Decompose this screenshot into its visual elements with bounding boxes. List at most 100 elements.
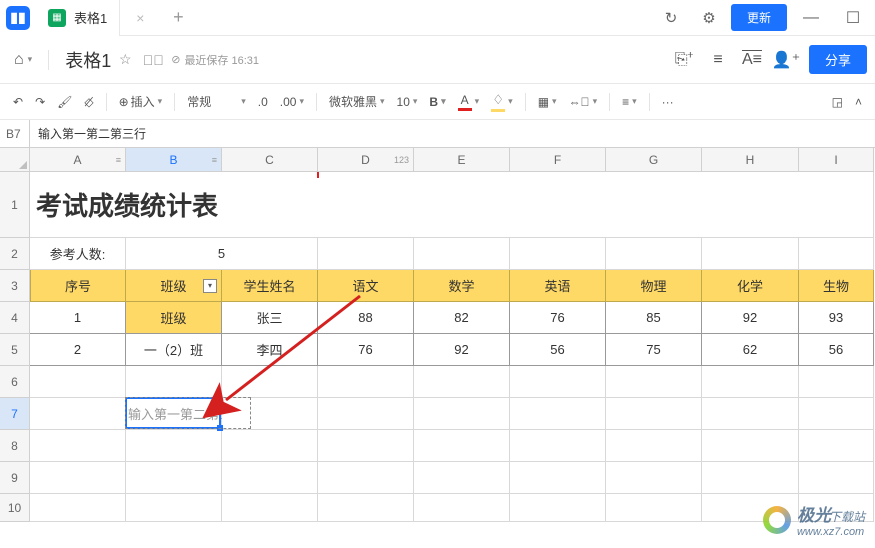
cell[interactable] [510, 366, 606, 398]
cell[interactable] [799, 238, 874, 270]
row-header-4[interactable]: 4 [0, 302, 30, 334]
col-header-C[interactable]: C [222, 148, 318, 172]
cell[interactable] [318, 366, 414, 398]
cell[interactable]: 1 [30, 302, 126, 334]
col-header-B[interactable]: B≡ [126, 148, 222, 172]
cell[interactable] [126, 430, 222, 462]
star-icon[interactable]: ☆ [111, 46, 139, 74]
cell[interactable] [702, 238, 799, 270]
merge-cells-button[interactable]: ⇔⃞▾ [564, 92, 603, 112]
cell[interactable] [30, 430, 126, 462]
cell[interactable] [606, 494, 702, 522]
cell[interactable]: 语文 [318, 270, 414, 302]
col-header-E[interactable]: E [414, 148, 510, 172]
cell[interactable] [702, 366, 799, 398]
cell[interactable] [414, 238, 510, 270]
cell[interactable]: 生物 [799, 270, 874, 302]
cell[interactable] [222, 494, 318, 522]
cell[interactable]: 56 [510, 334, 606, 366]
cell[interactable]: 76 [318, 334, 414, 366]
cell[interactable] [222, 366, 318, 398]
cell[interactable]: 李四 [222, 334, 318, 366]
cell[interactable] [606, 398, 702, 430]
fill-color-button[interactable]: ♢▾ [486, 89, 518, 115]
cell[interactable]: 参考人数: [30, 238, 126, 270]
cell[interactable] [799, 462, 874, 494]
new-tab-button[interactable]: + [160, 0, 196, 36]
text-format-icon[interactable]: A≡ [735, 43, 769, 77]
maximize-button[interactable]: ☐ [835, 0, 871, 36]
row-header-5[interactable]: 5 [0, 334, 30, 366]
cell[interactable] [606, 430, 702, 462]
settings-icon[interactable]: ⚙ [693, 2, 725, 34]
cell[interactable] [510, 494, 606, 522]
align-button[interactable]: ≡▾ [617, 92, 642, 112]
active-cell-b7[interactable]: 输入第一第二第三行 [126, 398, 222, 430]
cell[interactable] [318, 398, 414, 430]
bold-button[interactable]: B▾ [424, 92, 450, 112]
cell[interactable] [510, 462, 606, 494]
folder-icon[interactable]: ⇢⃞ [139, 46, 167, 74]
cell[interactable]: 93 [799, 302, 874, 334]
cell[interactable] [510, 398, 606, 430]
number-format-dropdown[interactable]: 常规▾ [182, 90, 251, 113]
select-all-corner[interactable] [0, 148, 30, 172]
cell[interactable]: 班级▾ [126, 270, 222, 302]
cell[interactable]: 76 [510, 302, 606, 334]
cell[interactable] [318, 430, 414, 462]
row-header-2[interactable]: 2 [0, 238, 30, 270]
cell[interactable] [126, 494, 222, 522]
cell[interactable] [30, 462, 126, 494]
font-color-button[interactable]: A▾ [453, 90, 485, 114]
increase-decimal-button[interactable]: .00▾ [275, 92, 309, 112]
title-cell[interactable]: 考试成绩统计表 [30, 172, 874, 238]
cell[interactable]: 一（2）班 [126, 334, 222, 366]
cell[interactable] [222, 462, 318, 494]
cell[interactable]: 62 [702, 334, 799, 366]
cell[interactable] [702, 430, 799, 462]
cell[interactable] [799, 430, 874, 462]
cell[interactable]: 82 [414, 302, 510, 334]
cell[interactable] [414, 430, 510, 462]
cell[interactable]: 班级 [126, 302, 222, 334]
row-header-10[interactable]: 10 [0, 494, 30, 522]
redo-button[interactable]: ↷ [30, 92, 50, 112]
cell[interactable] [414, 462, 510, 494]
cell[interactable] [126, 366, 222, 398]
minimize-button[interactable]: — [793, 0, 829, 36]
cell[interactable]: 英语 [510, 270, 606, 302]
freeze-button[interactable]: ◲ [827, 92, 848, 112]
document-tab[interactable]: ▦ 表格1 [36, 0, 120, 36]
row-header-3[interactable]: 3 [0, 270, 30, 302]
clear-format-button[interactable]: ◇̸ [79, 92, 98, 112]
cell[interactable] [799, 366, 874, 398]
add-sheet-icon[interactable]: ⎘⁺ [667, 43, 701, 77]
app-icon[interactable]: ▮▮ [0, 0, 36, 36]
history-icon[interactable]: ↻ [655, 2, 687, 34]
share-button[interactable]: 分享 [809, 45, 867, 74]
cell[interactable]: 序号 [30, 270, 126, 302]
undo-button[interactable]: ↶ [8, 92, 28, 112]
expand-button[interactable]: ˄ [850, 92, 867, 112]
cell[interactable]: 92 [414, 334, 510, 366]
row-header-1[interactable]: 1 [0, 172, 30, 238]
cell[interactable] [318, 494, 414, 522]
col-header-G[interactable]: G [606, 148, 702, 172]
borders-button[interactable]: ▦▾ [533, 92, 562, 112]
cell[interactable]: 5 [126, 238, 318, 270]
cell[interactable] [318, 462, 414, 494]
col-header-A[interactable]: A≡ [30, 148, 126, 172]
update-button[interactable]: 更新 [731, 4, 787, 31]
cell[interactable]: 化学 [702, 270, 799, 302]
cell[interactable]: 88 [318, 302, 414, 334]
cell[interactable]: 85 [606, 302, 702, 334]
decrease-decimal-button[interactable]: .0 [253, 92, 273, 112]
cell[interactable]: 56 [799, 334, 874, 366]
row-header-6[interactable]: 6 [0, 366, 30, 398]
cell[interactable] [30, 494, 126, 522]
list-icon[interactable]: ≡ [701, 43, 735, 77]
cell[interactable] [510, 238, 606, 270]
cell[interactable] [702, 398, 799, 430]
col-header-F[interactable]: F [510, 148, 606, 172]
cell[interactable] [606, 238, 702, 270]
